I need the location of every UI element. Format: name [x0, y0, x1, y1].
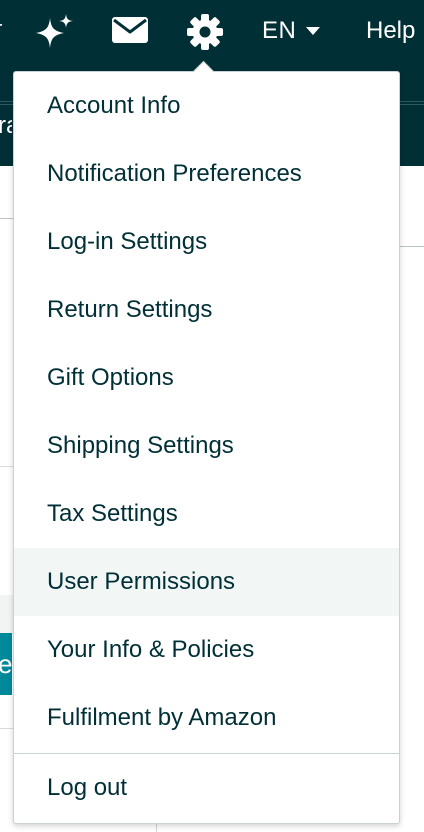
menu-item-your-info-policies[interactable]: Your Info & Policies — [14, 616, 399, 684]
secondary-nav-peek-text: ra — [0, 112, 12, 139]
background-panel — [0, 595, 14, 635]
background-teal-button: e — [0, 633, 12, 695]
clipped-nav-text: n — [0, 17, 2, 43]
top-nav-bar: n EN Help — [0, 0, 424, 64]
page: n EN Help — [0, 0, 424, 832]
logout-button[interactable]: Log out — [14, 754, 399, 822]
settings-dropdown-menu: Account Info Notification Preferences Lo… — [13, 60, 400, 824]
menu-item-user-permissions[interactable]: User Permissions — [14, 548, 399, 616]
mail-icon[interactable] — [111, 15, 149, 45]
divider — [0, 466, 14, 467]
gear-icon[interactable] — [186, 13, 224, 51]
help-link[interactable]: Help — [366, 16, 415, 46]
menu-item-login-settings[interactable]: Log-in Settings — [14, 208, 399, 276]
menu-item-fulfilment-by-amazon[interactable]: Fulfilment by Amazon — [14, 684, 399, 752]
divider — [0, 218, 14, 219]
menu-item-gift-options[interactable]: Gift Options — [14, 344, 399, 412]
chevron-down-icon — [306, 27, 321, 35]
menu-item-account-info[interactable]: Account Info — [14, 72, 399, 140]
divider — [398, 246, 424, 247]
menu-item-notification-preferences[interactable]: Notification Preferences — [14, 140, 399, 208]
divider — [0, 728, 14, 729]
sparkle-icon[interactable] — [33, 12, 75, 52]
menu-item-return-settings[interactable]: Return Settings — [14, 276, 399, 344]
language-label: EN — [262, 17, 297, 44]
menu-item-shipping-settings[interactable]: Shipping Settings — [14, 412, 399, 480]
menu-item-tax-settings[interactable]: Tax Settings — [14, 480, 399, 548]
language-selector[interactable]: EN — [262, 16, 321, 46]
